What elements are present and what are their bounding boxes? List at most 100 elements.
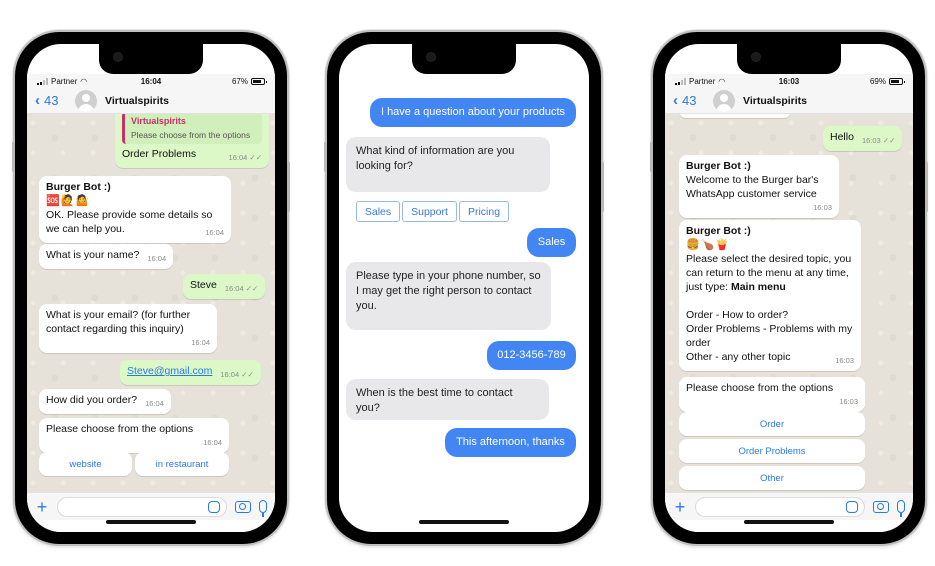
- message-time: 16:03: [839, 397, 858, 406]
- chevron-left-icon: ‹: [673, 92, 678, 109]
- phone-left: Partner ◠ 16:04 67% ‹ 43 Virtualspirits …: [12, 32, 290, 544]
- unread-count: 43: [682, 93, 697, 108]
- message-text: Please choose from the options: [686, 382, 834, 394]
- message-text: Please choose from the options: [46, 423, 194, 435]
- quick-reply-support[interactable]: Support: [402, 201, 457, 222]
- message-incoming: Please choose from the options 16:03: [679, 377, 865, 412]
- message-time: 16:04 ✓✓: [220, 370, 254, 379]
- message-incoming: [679, 114, 791, 118]
- side-button: [925, 162, 928, 212]
- signal-icon: [675, 77, 686, 85]
- home-indicator: [419, 520, 509, 524]
- front-camera: [113, 52, 123, 62]
- menu-line: Order - How to order?: [686, 309, 789, 321]
- main-menu-keyword: Main menu: [730, 281, 786, 293]
- message-text: Steve: [190, 279, 217, 291]
- message-composer: +: [27, 492, 275, 520]
- avatar[interactable]: [75, 89, 97, 112]
- plus-icon[interactable]: +: [673, 498, 687, 516]
- home-indicator: [744, 520, 834, 524]
- read-checks-icon: ✓✓: [882, 136, 896, 145]
- message-incoming: How did you order? 16:04: [39, 389, 171, 414]
- battery-percent: 69%: [869, 76, 886, 86]
- message-input[interactable]: [695, 496, 865, 517]
- message-text: Welcome to the Burger bar's: [686, 174, 819, 186]
- notch: [737, 44, 841, 74]
- notch: [99, 44, 203, 74]
- camera-icon[interactable]: [235, 500, 251, 513]
- battery-percent: 67%: [231, 76, 248, 86]
- sender-name: Burger Bot :): [686, 225, 751, 237]
- microphone-icon[interactable]: [897, 500, 905, 517]
- message-text: What is your name?: [46, 249, 140, 261]
- contact-name[interactable]: Virtualspirits: [105, 95, 169, 107]
- status-time: 16:03: [778, 76, 800, 86]
- message-outgoing: Virtualspirits Please choose from the op…: [115, 114, 269, 168]
- message-outgoing: Sales: [527, 228, 576, 257]
- sender-name: Burger Bot :): [686, 160, 751, 172]
- sticker-icon[interactable]: [208, 500, 220, 513]
- message-incoming: What is your name? 16:04: [39, 244, 174, 269]
- option-button-website[interactable]: website: [39, 452, 132, 476]
- message-text: Order Problems: [122, 148, 197, 160]
- option-button-other[interactable]: Other: [679, 466, 865, 490]
- quoted-message[interactable]: Virtualspirits Please choose from the op…: [122, 114, 262, 144]
- wifi-icon: ◠: [718, 76, 726, 86]
- side-button: [324, 142, 327, 172]
- signal-icon: [37, 77, 48, 85]
- email-link[interactable]: Steve@gmail.com: [127, 365, 212, 377]
- phone-middle: I have a question about your products Wh…: [324, 32, 604, 544]
- avatar[interactable]: [713, 89, 735, 112]
- message-outgoing: Steve 16:04 ✓✓: [183, 274, 266, 299]
- quick-reply-pricing[interactable]: Pricing: [459, 201, 509, 222]
- message-time: 16:04: [203, 438, 222, 447]
- quote-text: Please choose from the options: [131, 130, 251, 140]
- read-checks-icon: ✓✓: [249, 153, 262, 162]
- message-composer: +: [665, 492, 913, 520]
- option-button-in-restaurant[interactable]: in restaurant: [135, 452, 229, 476]
- back-button[interactable]: ‹ 43: [673, 92, 713, 109]
- message-time: 16:04: [205, 228, 224, 237]
- message-input[interactable]: [57, 496, 227, 517]
- message-incoming: What is your email? (for further contact…: [39, 304, 217, 353]
- menu-line: Other - any other topic: [686, 351, 791, 363]
- phone-right: Partner ◠ 16:03 69% ‹ 43 Virtualspirits …: [650, 32, 928, 544]
- back-button[interactable]: ‹ 43: [35, 92, 75, 109]
- option-button-order[interactable]: Order: [679, 412, 865, 436]
- sticker-icon[interactable]: [846, 500, 858, 513]
- message-time: 16:04 ✓✓: [224, 284, 259, 293]
- microphone-icon[interactable]: [259, 500, 267, 517]
- message-text: OK. Please provide some details so we ca…: [46, 209, 213, 235]
- front-camera: [426, 52, 436, 62]
- quick-reply-sales[interactable]: Sales: [356, 201, 400, 222]
- message-incoming: Burger Bot :) 🍔🍗🍟 Please select the desi…: [679, 220, 861, 371]
- quote-author: Virtualspirits: [131, 116, 186, 126]
- message-text: How did you order?: [46, 394, 138, 406]
- read-checks-icon: ✓✓: [245, 284, 259, 293]
- chevron-left-icon: ‹: [35, 92, 40, 109]
- message-incoming: Burger Bot :) Welcome to the Burger bar'…: [679, 155, 839, 218]
- contact-name[interactable]: Virtualspirits: [743, 95, 807, 107]
- message-text: Hello: [830, 131, 854, 143]
- message-outgoing: 012-3456-789: [487, 341, 576, 370]
- chat-area: Virtualspirits Please choose from the op…: [27, 114, 275, 492]
- unread-count: 43: [44, 93, 59, 108]
- message-text: WhatsApp customer service: [686, 188, 817, 200]
- message-incoming: What kind of information are you looking…: [346, 137, 550, 192]
- emoji-food-icon: 🍔🍗🍟: [686, 239, 731, 251]
- screen: Partner ◠ 16:04 67% ‹ 43 Virtualspirits …: [27, 44, 275, 532]
- carrier-name: Partner: [689, 76, 716, 86]
- screen: Partner ◠ 16:03 69% ‹ 43 Virtualspirits …: [665, 44, 913, 532]
- message-time: 16:04 ✓✓: [228, 153, 262, 162]
- camera-icon[interactable]: [873, 500, 889, 513]
- front-camera: [751, 52, 761, 62]
- carrier: Partner ◠: [37, 77, 113, 86]
- menu-line: Order Problems - Problems with my order: [686, 323, 853, 349]
- message-time: 16:04: [145, 399, 164, 408]
- message-time: 16:03 ✓✓: [861, 136, 896, 145]
- battery: 69%: [827, 76, 905, 86]
- option-button-order-problems[interactable]: Order Problems: [679, 439, 865, 463]
- plus-icon[interactable]: +: [35, 498, 49, 516]
- message-incoming: Burger Bot :) 🆘🙋🤷 OK. Please provide som…: [39, 176, 231, 243]
- carrier: Partner ◠: [675, 77, 751, 86]
